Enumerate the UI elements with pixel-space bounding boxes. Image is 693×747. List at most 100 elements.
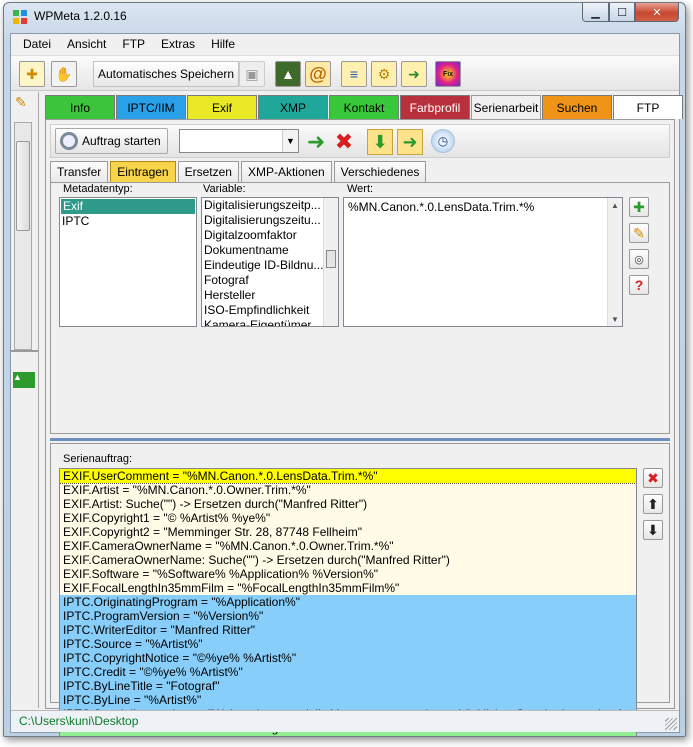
document-icon: ≡ — [349, 66, 359, 82]
tab-info[interactable]: Info — [45, 95, 115, 119]
table-row[interactable]: IPTC.ProgramVersion = "%Version%" — [60, 609, 636, 623]
table-row[interactable]: IPTC.Source = "%Artist%" — [60, 637, 636, 651]
move-up-button[interactable]: ⬆ — [643, 494, 663, 514]
table-row[interactable]: EXIF.Copyright1 = "© %Artist% %ye%" — [60, 511, 636, 525]
doc-export-button[interactable]: ➜ — [401, 61, 427, 87]
metadatentyp-list[interactable]: Exif IPTC — [59, 197, 197, 327]
table-row[interactable]: IPTC.OriginatingProgram = "%Application%… — [60, 595, 636, 609]
tab-farbprofil[interactable]: Farbprofil — [400, 95, 470, 119]
table-row[interactable]: IPTC.ByLine = "%Artist%" — [60, 693, 636, 707]
menu-datei[interactable]: Datei — [15, 34, 59, 54]
table-row[interactable]: EXIF.CameraOwnerName = "%MN.Canon.*.0.Ow… — [60, 539, 636, 553]
run-button[interactable]: ➜ — [303, 129, 329, 155]
list-item[interactable]: Digitalzoomfaktor — [202, 228, 338, 243]
hand-tool-button[interactable]: ✋ — [51, 61, 77, 87]
panel-splitter[interactable] — [50, 438, 670, 441]
tab-exif[interactable]: Exif — [187, 95, 257, 119]
export-button[interactable]: ➜ — [397, 129, 423, 155]
tab-verschiedenes[interactable]: Verschiedenes — [333, 161, 427, 182]
list-item[interactable]: ISO-Empfindlichkeit — [202, 303, 338, 318]
list-item[interactable]: IPTC — [60, 214, 196, 229]
list-item[interactable]: Digitalisierungszeitp... — [202, 198, 338, 213]
cancel-button[interactable]: ✖ — [331, 129, 357, 155]
main-area: Info IPTC/IIM Exif XMP Kontakt Farbprofi… — [43, 92, 683, 736]
variable-scrollbar[interactable] — [323, 198, 338, 326]
list-item[interactable]: Digitalisierungszeitu... — [202, 213, 338, 228]
scroll-down-icon[interactable]: ▼ — [608, 312, 622, 326]
delete-job-button[interactable]: ✖ — [643, 468, 663, 488]
table-row[interactable]: IPTC.CopyrightNotice = "©%ye% %Artist%" — [60, 651, 636, 665]
minimize-icon: ▁ — [591, 6, 600, 19]
tab-eintragen[interactable]: Eintragen — [110, 161, 176, 182]
close-button[interactable]: ✕ — [635, 3, 679, 22]
client-area: Datei Ansicht FTP Extras Hilfe ✚ ✋ Autom… — [10, 33, 683, 736]
table-row[interactable]: EXIF.Software = "%Software% %Application… — [60, 567, 636, 581]
table-row[interactable]: EXIF.CameraOwnerName: Suche("") -> Erset… — [60, 553, 636, 567]
left-thumbnail[interactable]: ▲ — [13, 372, 35, 388]
add-entry-button[interactable]: ✚ — [629, 197, 649, 217]
tab-ersetzen[interactable]: Ersetzen — [177, 161, 239, 182]
table-row[interactable]: EXIF.Copyright2 = "Memminger Str. 28, 87… — [60, 525, 636, 539]
eye-button[interactable]: ◎ — [629, 249, 649, 269]
table-row[interactable]: IPTC.TimeCreated < EXIF.DateTimeOriginal — [60, 735, 636, 736]
left-panel: ✎ ▲ — [11, 92, 39, 708]
tab-serienarbeit[interactable]: Serienarbeit — [471, 95, 541, 120]
autosave-button[interactable]: Automatisches Speichern — [93, 61, 240, 87]
serienauftrag-list[interactable]: EXIF.UserComment = "%MN.Canon.*.0.LensDa… — [59, 468, 637, 736]
start-job-button[interactable]: Auftrag starten — [55, 128, 168, 154]
list-item[interactable]: Dokumentname — [202, 243, 338, 258]
doc-list-button[interactable]: ≡ — [341, 61, 367, 87]
tab-kontakt[interactable]: Kontakt — [329, 95, 399, 119]
maximize-button[interactable]: ☐ — [609, 3, 635, 22]
wert-scrollbar[interactable]: ▲ ▼ — [607, 198, 622, 326]
table-row[interactable]: EXIF.Artist: Suche("") -> Ersetzen durch… — [60, 497, 636, 511]
list-item[interactable]: Hersteller — [202, 288, 338, 303]
tab-xmp[interactable]: XMP — [258, 95, 328, 119]
move-down-button[interactable]: ⬇ — [643, 520, 663, 540]
list-item[interactable]: Kamera-Eigentümer — [202, 318, 338, 326]
scroll-up-icon[interactable]: ▲ — [608, 198, 622, 212]
menu-hilfe[interactable]: Hilfe — [203, 34, 243, 54]
menu-extras[interactable]: Extras — [153, 34, 203, 54]
save-button[interactable]: ▣ — [239, 61, 265, 87]
main-toolbar: ✚ ✋ Automatisches Speichern ▣ ▲ @ ≡ ⚙ ➜ … — [11, 55, 679, 91]
menu-ansicht[interactable]: Ansicht — [59, 34, 114, 54]
table-row[interactable]: IPTC.WriterEditor = "Manfred Ritter" — [60, 623, 636, 637]
job-combo[interactable]: ▼ — [179, 129, 299, 153]
left-scroll-thumb[interactable] — [16, 141, 30, 231]
gear-icon — [60, 132, 78, 150]
resize-grip-icon[interactable] — [665, 718, 677, 730]
variable-scroll-thumb[interactable] — [326, 250, 336, 268]
edit-entry-button[interactable]: ✎ — [629, 223, 649, 243]
variable-list[interactable]: Digitalisierungszeitp... Digitalisierung… — [201, 197, 339, 327]
fix-exif-button[interactable]: Fix — [435, 61, 461, 87]
tab-iptc[interactable]: IPTC/IIM — [116, 95, 186, 119]
table-row[interactable]: EXIF.Artist = "%MN.Canon.*.0.Owner.Trim.… — [60, 483, 636, 497]
table-row[interactable]: IPTC.ByLineTitle = "Fotograf" — [60, 679, 636, 693]
schedule-button[interactable]: ◷ — [431, 129, 455, 153]
wert-textarea[interactable]: %MN.Canon.*.0.LensData.Trim.*% ▲ ▼ — [343, 197, 623, 327]
minimize-button[interactable]: ▁ — [582, 3, 609, 22]
tab-ftp[interactable]: FTP — [613, 95, 683, 119]
picture-icon: ▲ — [281, 66, 295, 82]
email-button[interactable]: @ — [305, 61, 331, 87]
image-button[interactable]: ▲ — [275, 61, 301, 87]
tab-xmp-aktionen[interactable]: XMP-Aktionen — [240, 161, 332, 182]
red-x-icon: ✖ — [334, 129, 354, 154]
doc-settings-button[interactable]: ⚙ — [371, 61, 397, 87]
tab-transfer[interactable]: Transfer — [50, 161, 109, 182]
menu-ftp[interactable]: FTP — [114, 34, 153, 54]
left-scrollbar[interactable] — [14, 122, 32, 350]
list-item[interactable]: Eindeutige ID-Bildnu... — [202, 258, 338, 273]
chevron-down-icon[interactable]: ▼ — [282, 130, 298, 152]
import-button[interactable]: ⬇ — [367, 129, 393, 155]
list-item[interactable]: Fotograf — [202, 273, 338, 288]
tab-suchen[interactable]: Suchen — [542, 95, 612, 119]
help-button[interactable]: ? — [629, 275, 649, 295]
list-item[interactable]: Exif — [61, 199, 195, 214]
table-row[interactable]: EXIF.FocalLengthIn35mmFilm = "%FocalLeng… — [60, 581, 636, 595]
table-row[interactable]: EXIF.UserComment = "%MN.Canon.*.0.LensDa… — [60, 469, 636, 484]
table-row[interactable]: IPTC.Credit = "©%ye% %Artist%" — [60, 665, 636, 679]
add-folder-button[interactable]: ✚ — [19, 61, 45, 87]
pencil-icon[interactable]: ✎ — [15, 94, 33, 112]
